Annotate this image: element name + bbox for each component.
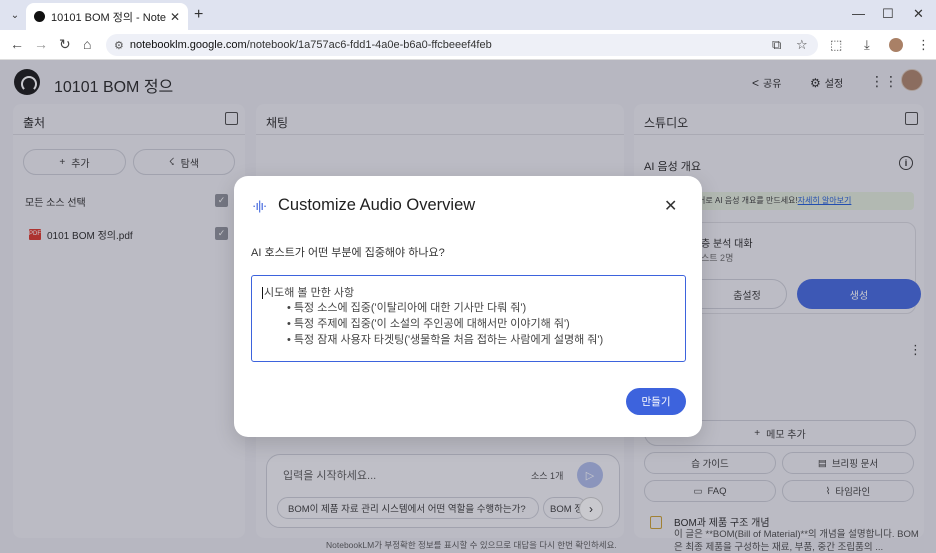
omnibox[interactable]: ⚙ notebooklm.google.com/notebook/1a757ac… [106,34,818,56]
placeholder-list: 특정 소스에 집중('이탈리아에 대한 기사만 다뤄 줘') 특정 주제에 집중… [262,300,675,348]
browser-tab[interactable]: 10101 BOM 정의 - NotebookL ✕ [26,3,188,30]
close-icon[interactable]: ✕ [664,196,677,216]
dialog-title: Customize Audio Overview [278,196,476,214]
url-text: notebooklm.google.com/notebook/1a757ac6-… [129,39,492,51]
back-icon[interactable]: ← [10,36,24,52]
browser-menu-icon[interactable]: ⋮ [917,37,930,53]
tab-search-icon[interactable]: ⌄ [6,6,24,24]
window-close-icon[interactable]: ✕ [913,6,924,22]
new-tab-icon[interactable]: + [194,6,203,24]
cast-icon[interactable]: ⧉ [772,37,781,53]
notebooklm-favicon-icon [34,11,45,22]
browser-tab-bar: ⌄ 10101 BOM 정의 - NotebookL ✕ + — ☐ ✕ [0,0,936,30]
home-icon[interactable]: ⌂ [83,36,91,52]
tab-close-icon[interactable]: ✕ [170,10,180,24]
bookmark-star-icon[interactable]: ☆ [796,37,808,53]
minimize-icon[interactable]: — [852,6,865,21]
make-button[interactable]: 만들기 [626,388,686,415]
placeholder-item: 특정 주제에 집중('이 소설의 주인공에 대해서만 이야기해 줘') [287,316,675,332]
forward-icon[interactable]: → [34,36,48,52]
download-icon[interactable]: ⤓ [864,37,870,53]
tab-title: 10101 BOM 정의 - NotebookL [51,11,166,24]
extensions-icon[interactable]: ⬚ [830,37,842,53]
customize-audio-dialog: ·ı|ı· Customize Audio Overview ✕ AI 호스트가… [234,176,702,437]
placeholder-heading: 시도해 볼 만한 사항 [262,287,355,300]
focus-textarea[interactable]: 시도해 볼 만한 사항 특정 소스에 집중('이탈리아에 대한 기사만 다뤄 줘… [251,275,686,362]
placeholder-item: 특정 잠재 사용자 타겟팅('생물학을 처음 접하는 사람에게 설명해 줘') [287,332,675,348]
placeholder-item: 특정 소스에 집중('이탈리아에 대한 기사만 다뤄 줘') [287,300,675,316]
dialog-question: AI 호스트가 어떤 부분에 집중해야 하나요? [251,247,445,259]
profile-avatar[interactable] [889,38,903,52]
audio-wave-icon: ·ı|ı· [252,198,267,213]
maximize-icon[interactable]: ☐ [882,6,894,22]
site-info-icon[interactable]: ⚙ [114,39,124,52]
address-bar-row: ← → ↻ ⌂ ⚙ notebooklm.google.com/notebook… [0,30,936,60]
reload-icon[interactable]: ↻ [59,36,71,53]
